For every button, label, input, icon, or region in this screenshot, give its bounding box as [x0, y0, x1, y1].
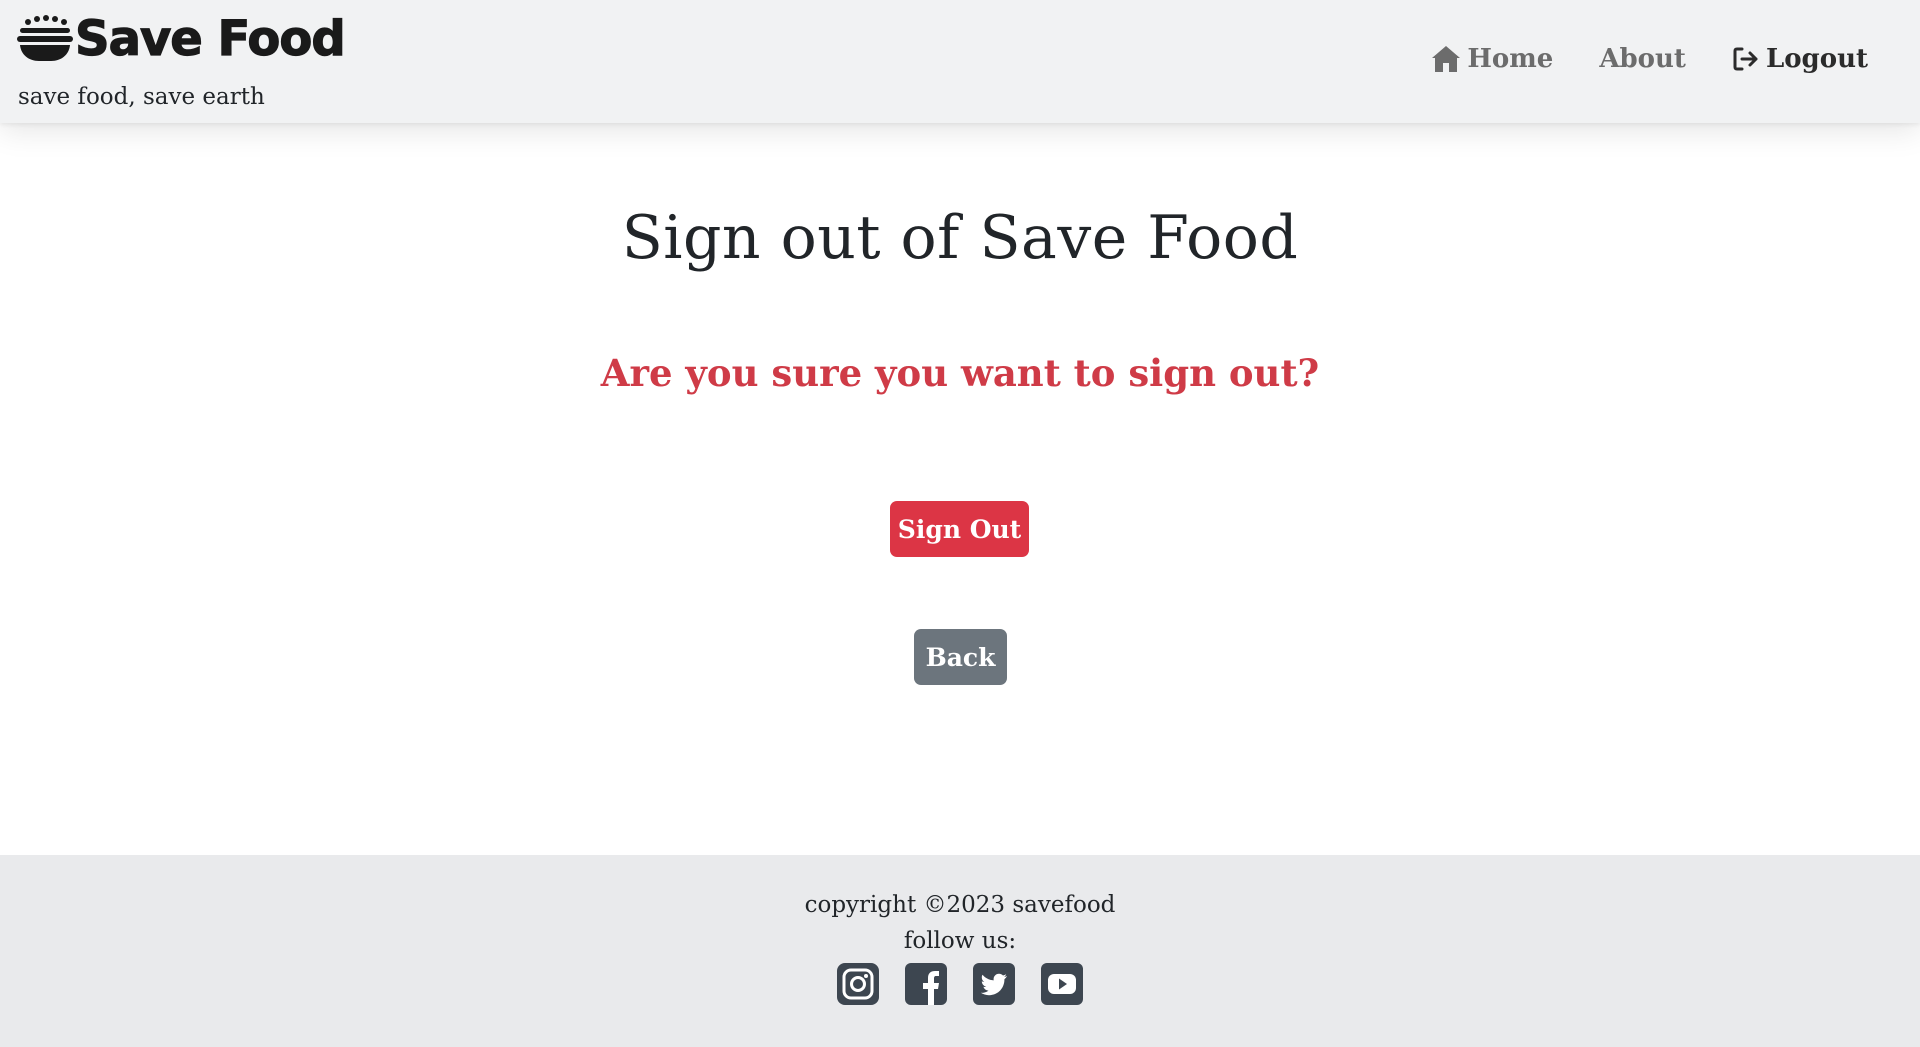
sign-out-icon — [1733, 47, 1758, 71]
youtube-link[interactable] — [1028, 963, 1096, 1005]
main-nav: Home About Logout — [1385, 44, 1868, 74]
nav-home[interactable]: Home — [1431, 44, 1553, 74]
facebook-icon — [905, 963, 947, 1005]
navbar: Save Food save food, save earth Home Abo… — [0, 0, 1920, 123]
twitter-link[interactable] — [960, 963, 1028, 1005]
nav-logout-label: Logout — [1765, 44, 1868, 74]
signout-main: Sign out of Save Food Are you sure you w… — [0, 123, 1920, 855]
page-title: Sign out of Save Food — [621, 203, 1299, 273]
copyright-text: copyright ©2023 savefood — [804, 892, 1116, 918]
nav-about-label: About — [1599, 44, 1686, 74]
social-links — [0, 963, 1920, 1005]
youtube-icon — [1041, 963, 1083, 1005]
twitter-icon — [973, 963, 1015, 1005]
instagram-link[interactable] — [824, 963, 892, 1005]
footer: copyright ©2023 savefood follow us: — [0, 855, 1920, 1047]
back-button[interactable]: Back — [914, 629, 1007, 685]
home-icon — [1432, 46, 1461, 72]
nav-home-label: Home — [1467, 44, 1554, 74]
sign-out-button[interactable]: Sign Out — [890, 501, 1029, 557]
brand-link[interactable]: Save Food — [17, 11, 346, 67]
confirm-question: Are you sure you want to sign out? — [600, 351, 1320, 395]
nav-about[interactable]: About — [1599, 44, 1686, 74]
tagline: save food, save earth — [18, 84, 265, 110]
nav-logout[interactable]: Logout — [1732, 44, 1868, 74]
food-bowl-icon — [17, 15, 73, 61]
instagram-icon — [837, 963, 879, 1005]
follow-us-text: follow us: — [903, 928, 1017, 954]
facebook-link[interactable] — [892, 963, 960, 1005]
brand-name: Save Food — [74, 11, 346, 67]
